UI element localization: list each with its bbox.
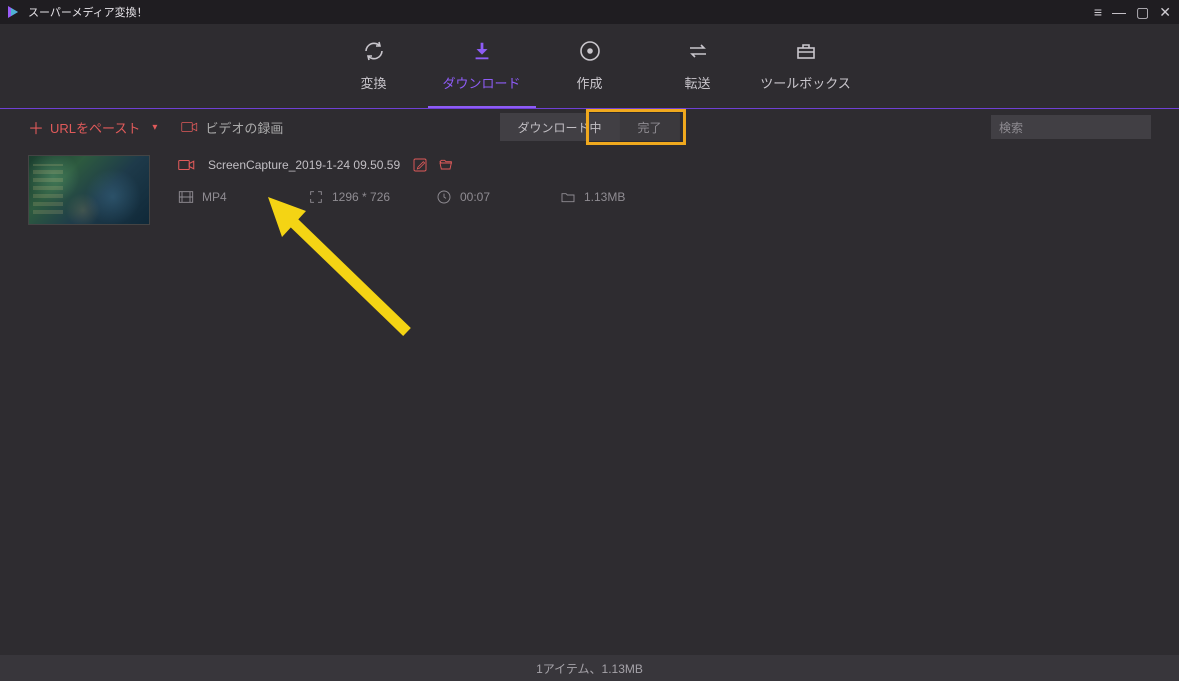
file-format: MP4 xyxy=(202,190,227,204)
title-bar: スーパーメディア変換！ ≡ — ▢ ✕ xyxy=(0,0,1179,24)
plus-icon: ＋ xyxy=(28,115,44,139)
transfer-icon xyxy=(686,39,710,63)
app-logo-icon xyxy=(8,5,22,19)
record-label: ビデオの録画 xyxy=(205,118,283,137)
tab-label: 作成 xyxy=(576,73,602,92)
tab-download[interactable]: ダウンロード xyxy=(428,23,536,108)
download-toolbar: ＋ URLをペースト ▾ ビデオの録画 ダウンロード中 完了 検索 xyxy=(0,109,1179,145)
edit-icon[interactable] xyxy=(412,157,428,173)
file-resolution: 1296 * 726 xyxy=(332,190,390,204)
tab-label: 変換 xyxy=(360,73,386,92)
status-text: 1アイテム、1.13MB xyxy=(536,660,643,677)
seg-complete[interactable]: 完了 xyxy=(620,113,680,141)
folder-icon xyxy=(560,190,576,204)
video-thumbnail xyxy=(28,155,150,225)
camera-icon xyxy=(178,158,196,172)
file-size: 1.13MB xyxy=(584,190,625,204)
disc-icon xyxy=(578,39,602,63)
film-icon xyxy=(178,190,194,204)
app-title: スーパーメディア変換！ xyxy=(28,4,148,20)
chevron-down-icon: ▾ xyxy=(152,122,157,133)
record-video-button[interactable]: ビデオの録画 xyxy=(181,118,283,137)
seg-downloading[interactable]: ダウンロード中 xyxy=(499,113,619,141)
paste-url-button[interactable]: ＋ URLをペースト ▾ xyxy=(28,115,157,139)
top-nav: 変換 ダウンロード 作成 転送 ツールボックス xyxy=(0,24,1179,109)
download-icon xyxy=(470,39,494,63)
minimize-icon[interactable]: — xyxy=(1112,5,1126,19)
file-duration: 00:07 xyxy=(460,190,490,204)
paste-label: URLをペースト xyxy=(50,118,140,137)
refresh-icon xyxy=(362,39,386,63)
clock-icon xyxy=(436,189,452,205)
tab-label: ツールボックス xyxy=(760,73,851,92)
status-bar: 1アイテム、1.13MB xyxy=(0,655,1179,681)
close-icon[interactable]: ✕ xyxy=(1159,5,1171,19)
tab-convert[interactable]: 変換 xyxy=(320,23,428,108)
expand-icon xyxy=(308,189,324,205)
tab-label: ダウンロード xyxy=(442,73,520,92)
file-row[interactable]: ScreenCapture_2019-1-24 09.50.59 MP4 129… xyxy=(0,145,1179,235)
tab-create[interactable]: 作成 xyxy=(536,23,644,108)
camera-icon xyxy=(181,120,199,134)
toolbox-icon xyxy=(794,39,818,63)
file-meta: ScreenCapture_2019-1-24 09.50.59 MP4 129… xyxy=(178,155,1151,205)
maximize-icon[interactable]: ▢ xyxy=(1136,5,1149,19)
tab-label: 転送 xyxy=(684,73,710,92)
window-controls: ≡ — ▢ ✕ xyxy=(1094,5,1171,19)
folder-open-icon[interactable] xyxy=(438,157,454,173)
file-name: ScreenCapture_2019-1-24 09.50.59 xyxy=(208,158,400,172)
tab-toolbox[interactable]: ツールボックス xyxy=(752,23,860,108)
search-input[interactable]: 検索 xyxy=(991,115,1151,139)
search-placeholder: 検索 xyxy=(999,119,1023,136)
download-status-segment: ダウンロード中 完了 xyxy=(499,113,679,141)
tab-transfer[interactable]: 転送 xyxy=(644,23,752,108)
menu-icon[interactable]: ≡ xyxy=(1094,5,1102,19)
